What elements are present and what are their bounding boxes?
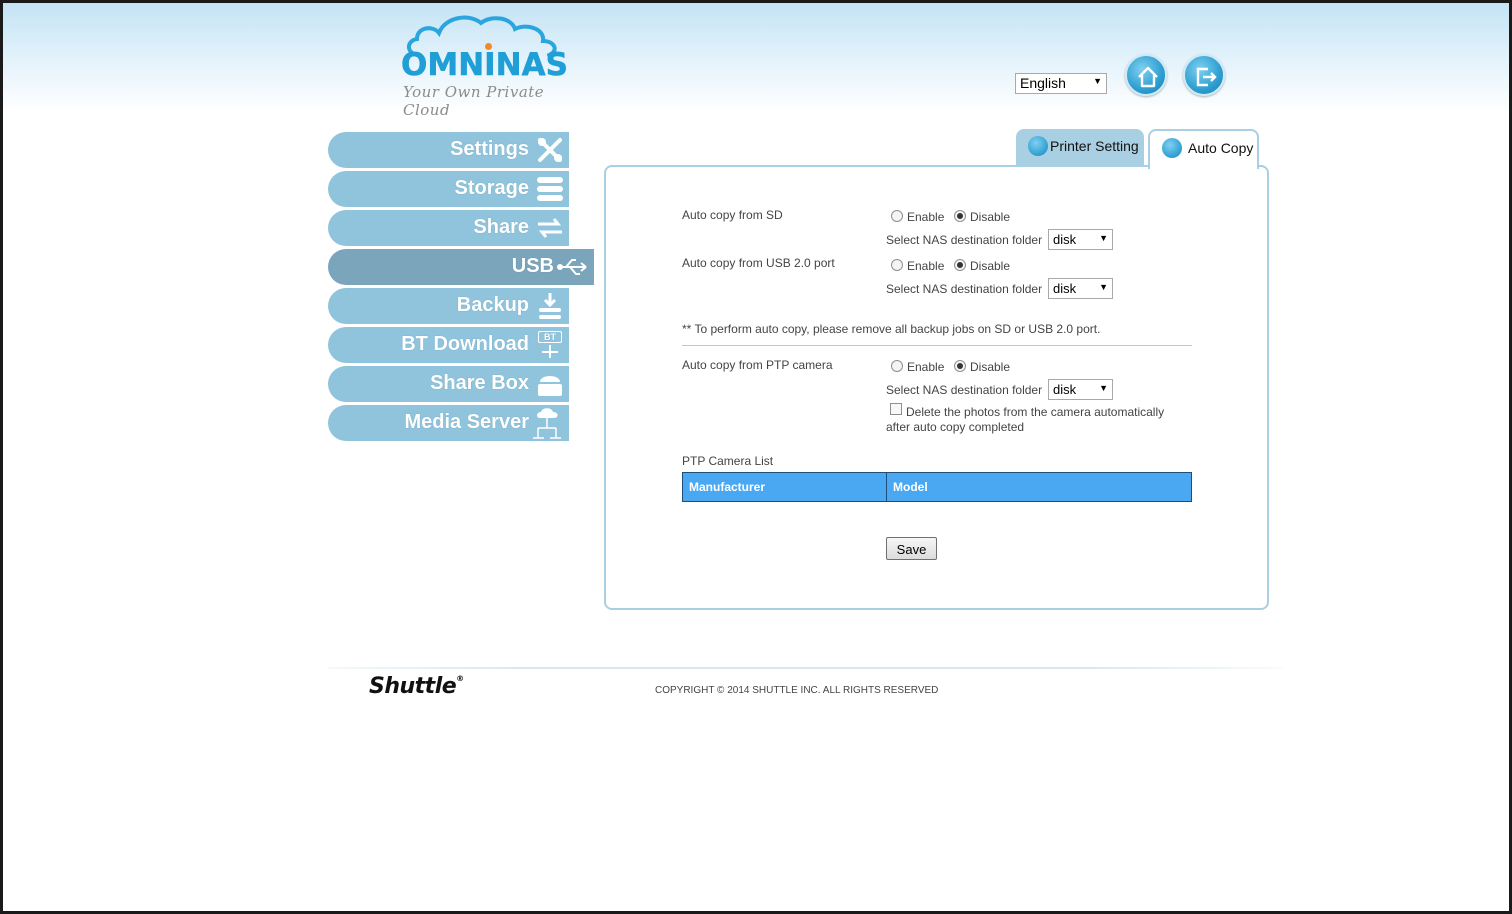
sidebar-item-label: Share — [473, 216, 529, 238]
printer-icon — [1028, 136, 1048, 156]
auto-copy-icon — [1162, 138, 1182, 158]
sidebar-item-storage[interactable]: Storage — [328, 171, 569, 207]
chevron-down-icon: ▼ — [1093, 76, 1102, 86]
usb-icon — [557, 259, 587, 275]
download-icon — [539, 293, 561, 319]
share-arrows-icon — [538, 218, 562, 238]
usb-folder-select[interactable]: disk ▼ — [1048, 278, 1113, 299]
ptp-disable-radio[interactable] — [954, 360, 966, 372]
logout-button[interactable] — [1183, 54, 1225, 96]
sd-folder-value: disk — [1053, 232, 1077, 247]
usb-disable-label: Disable — [970, 259, 1011, 273]
usb-label: Auto copy from USB 2.0 port — [682, 256, 835, 270]
home-button[interactable] — [1125, 54, 1167, 96]
divider — [682, 345, 1192, 346]
media-server-icon — [533, 408, 561, 439]
sd-folder-select[interactable]: disk ▼ — [1048, 229, 1113, 250]
storage-icon — [537, 177, 563, 201]
shuttle-logo: Shuttle® — [369, 674, 464, 699]
sidebar-item-backup[interactable]: Backup — [328, 288, 569, 324]
sidebar-item-share-box[interactable]: Share Box — [328, 366, 569, 402]
sidebar-item-bt-download[interactable]: BT Download BT — [328, 327, 569, 363]
sidebar-item-label: BT Download — [401, 333, 529, 355]
sd-enable-label: Enable — [907, 210, 945, 224]
ptp-label: Auto copy from PTP camera — [682, 358, 833, 372]
save-button[interactable]: Save — [886, 537, 937, 560]
logout-icon — [1196, 67, 1217, 87]
sidebar-item-share[interactable]: Share — [328, 210, 569, 246]
usb-enable-radio[interactable] — [891, 259, 903, 271]
omninas-logo[interactable]: OMNINAS Your Own Private Cloud — [399, 11, 574, 119]
tab-label: Auto Copy — [1188, 140, 1254, 156]
shuttle-brand: Shuttle — [369, 674, 457, 699]
sidebar-item-usb[interactable]: USB — [328, 249, 594, 285]
copyright-text: COPYRIGHT © 2014 SHUTTLE INC. ALL RIGHTS… — [655, 685, 939, 696]
ptp-enable-radio[interactable] — [891, 360, 903, 372]
delete-photos-label: Delete the photos from the camera automa… — [906, 405, 1165, 419]
brand-name: OMNINAS — [401, 47, 568, 84]
usb-folder-value: disk — [1053, 281, 1077, 296]
home-icon — [1138, 66, 1158, 88]
ptp-folder-select[interactable]: disk ▼ — [1048, 379, 1113, 400]
tools-icon — [538, 138, 562, 162]
usb-dest-label: Select NAS destination folder — [886, 282, 1043, 296]
sidebar-item-label: Settings — [450, 138, 529, 160]
language-select[interactable]: English ▼ — [1015, 73, 1107, 94]
sidebar-item-label: Share Box — [430, 372, 529, 394]
chevron-down-icon: ▼ — [1099, 282, 1108, 292]
delete-photos-label-2: after auto copy completed — [886, 420, 1025, 434]
column-manufacturer[interactable]: Manufacturer — [683, 473, 887, 501]
tab-label: Printer Setting — [1050, 138, 1139, 154]
sidebar-item-label: Media Server — [404, 411, 529, 433]
camera-table-header: Manufacturer Model — [682, 472, 1192, 502]
usb-enable-label: Enable — [907, 259, 945, 273]
backup-note: ** To perform auto copy, please remove a… — [682, 322, 1101, 336]
chevron-down-icon: ▼ — [1099, 233, 1108, 243]
ptp-folder-value: disk — [1053, 382, 1077, 397]
sidebar-item-settings[interactable]: Settings — [328, 132, 569, 168]
bt-download-icon: BT — [536, 331, 564, 359]
share-box-icon — [538, 376, 562, 396]
ptp-disable-label: Disable — [970, 360, 1011, 374]
sidebar-item-label: Storage — [454, 177, 529, 199]
tab-auto-copy[interactable]: Auto Copy — [1148, 129, 1259, 169]
ptp-dest-label: Select NAS destination folder — [886, 383, 1043, 397]
app-frame: OMNINAS Your Own Private Cloud English ▼… — [0, 0, 1512, 914]
registered-mark-icon: ® — [456, 674, 464, 683]
brand-tagline: Your Own Private Cloud — [403, 83, 545, 119]
tab-printer-setting[interactable]: Printer Setting — [1016, 129, 1144, 166]
delete-photos-checkbox[interactable] — [890, 403, 902, 415]
sidebar-item-label: Backup — [456, 294, 529, 316]
ptp-enable-label: Enable — [907, 360, 945, 374]
sidebar-item-media-server[interactable]: Media Server — [328, 405, 569, 441]
chevron-down-icon: ▼ — [1099, 383, 1108, 393]
bt-badge: BT — [538, 331, 562, 343]
camera-list-title: PTP Camera List — [682, 454, 774, 468]
language-value: English — [1020, 75, 1066, 91]
sidebar-item-label: USB — [511, 255, 554, 277]
sd-dest-label: Select NAS destination folder — [886, 233, 1043, 247]
sd-enable-radio[interactable] — [891, 210, 903, 222]
sd-disable-radio[interactable] — [954, 210, 966, 222]
usb-disable-radio[interactable] — [954, 259, 966, 271]
footer-divider — [328, 667, 1283, 669]
sd-disable-label: Disable — [970, 210, 1011, 224]
sd-label: Auto copy from SD — [682, 208, 783, 222]
column-model[interactable]: Model — [887, 473, 1191, 501]
